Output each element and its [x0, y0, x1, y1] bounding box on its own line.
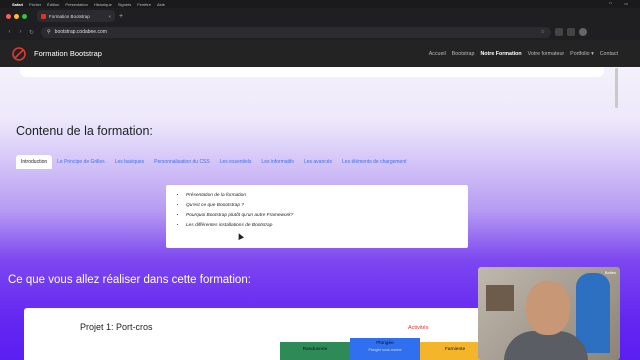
- nav-link-votre-formateur[interactable]: Votre formateur: [528, 51, 565, 57]
- nav-link-contact[interactable]: Contact: [600, 51, 618, 57]
- browser-tabbar: Formation Bootstrap × +: [0, 8, 640, 24]
- project-title: Projet 1: Port-cros: [80, 322, 153, 332]
- codabee-logo-icon[interactable]: [10, 46, 28, 61]
- profile-icon[interactable]: [579, 28, 587, 36]
- site-brand[interactable]: Formation Bootstrap: [34, 49, 102, 58]
- close-tab-icon[interactable]: ×: [108, 14, 111, 19]
- list-item: Présentation de la formation: [186, 193, 468, 198]
- previous-section-card: [20, 67, 604, 77]
- badge-plongee[interactable]: Plongée Plongée sous-marine: [350, 338, 420, 360]
- nav-link-notre-formation[interactable]: Notre Formation: [480, 51, 521, 57]
- list-item: Les différentes installations de Bootstr…: [186, 223, 468, 228]
- extension-icon[interactable]: [555, 28, 563, 36]
- wifi-icon[interactable]: ◠: [609, 1, 613, 6]
- badge-label: Randonnée: [302, 347, 328, 352]
- bookmark-star-icon[interactable]: ☆: [541, 29, 545, 35]
- menu-item[interactable]: Aide: [157, 2, 165, 7]
- tab-panel-introduction: Présentation de la formation Qu'est ce q…: [166, 185, 468, 248]
- tab-personnalisation-css[interactable]: Personnalisation du CSS: [149, 155, 215, 169]
- activity-badges: Randonnée Plongée Plongée sous-marine Far…: [280, 338, 490, 360]
- webcam-tag: Baltes: [604, 270, 616, 275]
- badge-randonnee[interactable]: Randonnée: [280, 342, 350, 360]
- extension-icon[interactable]: [567, 28, 575, 36]
- background-shelf: [486, 285, 514, 311]
- nav-link-accueil[interactable]: Accueil: [429, 51, 446, 57]
- menu-item[interactable]: Fenêtre: [137, 2, 151, 7]
- menu-item[interactable]: Édition: [47, 2, 59, 7]
- site-navbar: Formation Bootstrap Accueil Bootstrap No…: [0, 40, 640, 67]
- tab-informatifs[interactable]: Les informatifs: [256, 155, 299, 169]
- tab-title: Formation Bootstrap: [49, 13, 90, 19]
- badge-label: Farniente: [444, 347, 466, 352]
- list-item: Qu'est ce que Boootstrap ?: [186, 203, 468, 208]
- scrollbar[interactable]: [615, 68, 618, 108]
- browser-toolbar: ‹ › ↻ ⚲ bootstrap.codabee.com ☆: [0, 24, 640, 40]
- badge-sublabel: Plongée sous-marine: [368, 348, 402, 352]
- badge-label: Plongée: [376, 341, 394, 346]
- activities-label: Activités: [408, 325, 429, 331]
- tab-avances[interactable]: Les avancés: [299, 155, 337, 169]
- zoom-window-icon[interactable]: [22, 13, 27, 19]
- menu-item[interactable]: Signets: [118, 2, 131, 7]
- menu-app-name[interactable]: Safari: [12, 2, 23, 7]
- tab-chargement[interactable]: Les éléments de chargement: [337, 155, 411, 169]
- window-controls: [6, 13, 27, 19]
- tab-introduction[interactable]: Introduction: [16, 155, 53, 169]
- minimize-window-icon[interactable]: [14, 13, 19, 19]
- tab-grilles[interactable]: Le Principe de Grilles: [52, 155, 110, 169]
- tab-basiques[interactable]: Les basiques: [110, 155, 149, 169]
- menu-item[interactable]: Historique: [94, 2, 112, 7]
- nav-link-portfolio-dropdown[interactable]: Portfolio ▾: [570, 51, 594, 57]
- close-window-icon[interactable]: [6, 13, 11, 19]
- back-icon[interactable]: ‹: [6, 29, 13, 35]
- nav-links: Accueil Bootstrap Notre Formation Votre …: [429, 40, 618, 67]
- nav-link-bootstrap[interactable]: Bootstrap: [452, 51, 475, 57]
- browser-tab[interactable]: Formation Bootstrap ×: [37, 10, 115, 22]
- tab-essentiels[interactable]: Les essentiels: [215, 155, 257, 169]
- site-info-icon[interactable]: ⚲: [47, 29, 51, 35]
- reload-icon[interactable]: ↻: [28, 29, 35, 36]
- favicon-icon: [41, 13, 46, 19]
- content-tabs: Introduction Le Principe de Grilles Les …: [16, 155, 412, 169]
- section-title: Contenu de la formation:: [16, 124, 153, 138]
- forward-icon[interactable]: ›: [17, 29, 24, 35]
- url-text: bootstrap.codabee.com: [54, 29, 107, 35]
- realisations-title: Ce que vous allez réaliser dans cette fo…: [8, 274, 251, 286]
- battery-icon[interactable]: ▭: [624, 1, 628, 6]
- list-item: Pourquoi Bootstrap plutôt qu'un autre Fr…: [186, 213, 468, 218]
- status-icons: ◠ ▭: [609, 1, 634, 6]
- presenter-head: [526, 281, 570, 335]
- menu-item[interactable]: Présentation: [65, 2, 87, 7]
- menu-item[interactable]: Fichier: [29, 2, 41, 7]
- macos-menubar: Safari Fichier Édition Présentation Hist…: [0, 0, 640, 8]
- address-bar[interactable]: ⚲ bootstrap.codabee.com ☆: [41, 26, 551, 38]
- webcam-overlay: Baltes: [478, 267, 620, 360]
- new-tab-icon[interactable]: +: [119, 13, 123, 20]
